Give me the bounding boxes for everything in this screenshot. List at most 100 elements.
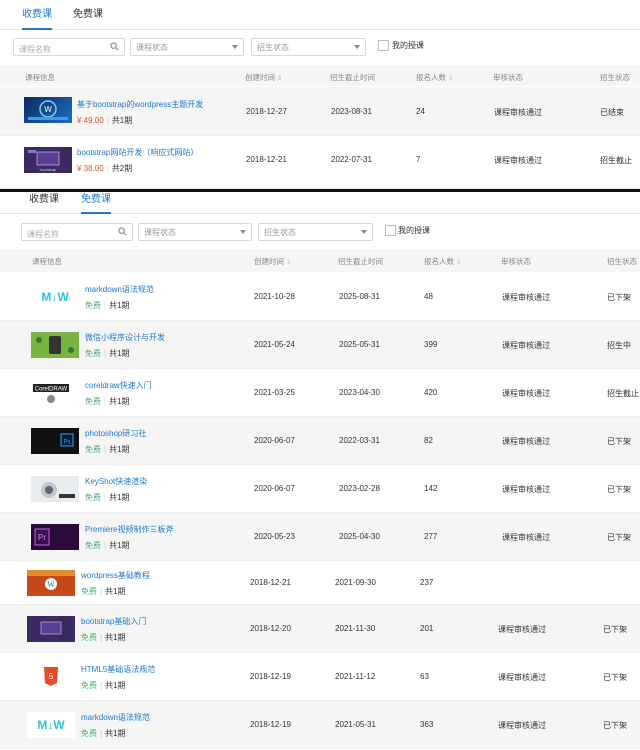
course-thumbnail[interactable]: M↓W [27, 712, 75, 738]
table-row: 5 HTML5基础语法规范 免费 | 共1期 2018-12-19 2021-11-12 63… [0, 653, 640, 701]
svg-text:W: W [44, 105, 52, 114]
table-row: 微信小程序设计与开发 免费 | 共1期 2021-05-24 2025-05-31 399 课… [0, 321, 640, 369]
deadline-date: 2021-11-30 [335, 624, 376, 633]
enroll-status: 招生截止 [600, 156, 632, 165]
tab-paid[interactable]: 收费课 [22, 0, 52, 30]
course-price: 免费 [81, 729, 97, 738]
created-date: 2020-06-07 [254, 484, 295, 493]
header-created[interactable]: 创建时间 ⇕ [245, 72, 282, 83]
course-thumbnail[interactable] [27, 616, 75, 642]
enroll-status-label: 招生状态 [257, 43, 289, 52]
header-created[interactable]: 创建时间 ⇕ [254, 256, 291, 267]
table-row: Wwordpress基础教程 免费 | 共1期 2018-12-21 2021-09-30… [0, 561, 640, 605]
course-thumbnail[interactable]: CorelDRAW [31, 380, 79, 406]
review-status: 课程审核通过 [502, 341, 550, 350]
course-price: ¥ 38.00 [77, 164, 104, 173]
deadline-date: 2023-04-30 [339, 388, 380, 397]
svg-text:CorelDRAW: CorelDRAW [35, 387, 68, 393]
course-thumbnail[interactable]: M↓W [31, 284, 79, 310]
svg-text:Ps: Ps [63, 440, 70, 446]
enrolled-count: 24 [416, 107, 425, 116]
enrolled-count: 363 [420, 720, 434, 729]
enroll-status-select[interactable]: 招生状态 [251, 38, 366, 56]
search-box [21, 223, 133, 243]
course-title-link[interactable]: KeyShot快速渲染 [85, 476, 147, 487]
course-thumbnail[interactable] [31, 476, 79, 502]
table-row: bootstrap基础入门 免费 | 共1期 2018-12-20 2021-11-30 2… [0, 605, 640, 653]
enroll-status: 已下架 [607, 437, 631, 446]
course-title-link[interactable]: HTML5基础语法规范 [81, 664, 155, 675]
course-thumbnail[interactable]: W [27, 570, 75, 596]
course-title-link[interactable]: markdown语法规范 [81, 712, 150, 723]
tab-free[interactable]: 免费课 [81, 192, 111, 214]
free-courses-panel: 收费课 免费课 课程状态 招生状态 我的授课 课程信息 创建时间⇕ 招生截止时间… [0, 192, 640, 750]
course-meta: 免费 | 共1期 [85, 397, 130, 406]
search-icon[interactable] [118, 227, 127, 236]
course-periods: 共1期 [109, 541, 130, 550]
course-status-label: 课程状态 [144, 228, 176, 237]
course-meta: 免费 | 共1期 [81, 587, 126, 596]
deadline-date: 2022-03-31 [339, 436, 380, 445]
svg-text:M↓W: M↓W [41, 290, 69, 304]
course-periods: 共2期 [111, 164, 133, 173]
filter-bar: 课程状态 招生状态 我的授课 [0, 223, 640, 245]
course-price: 免费 [85, 349, 101, 358]
review-status: 课程审核通过 [494, 156, 542, 165]
header-enrolled[interactable]: 报名人数 ⇕ [416, 72, 453, 83]
search-input[interactable] [22, 226, 132, 243]
course-title-link[interactable]: markdown语法规范 [85, 284, 154, 295]
sort-icon: ⇕ [448, 76, 454, 82]
course-status-label: 课程状态 [136, 43, 168, 52]
course-periods: 共1期 [105, 587, 126, 596]
course-periods: 共1期 [109, 397, 130, 406]
course-title-link[interactable]: bootstrap网站开发（响应式网站） [77, 147, 198, 158]
enroll-status-select[interactable]: 招生状态 [258, 223, 373, 241]
course-thumbnail[interactable]: W [24, 97, 72, 123]
course-meta: 免费 | 共1期 [85, 301, 130, 310]
course-meta: ¥ 38.00 | 共2期 [77, 164, 133, 173]
review-status: 课程审核通过 [498, 721, 546, 730]
tab-paid[interactable]: 收费课 [29, 192, 59, 214]
course-title-link[interactable]: Premiere视频制作三板斧 [85, 524, 173, 535]
course-thumbnail[interactable]: 5 [27, 664, 75, 690]
created-date: 2020-05-23 [254, 532, 295, 541]
course-status-select[interactable]: 课程状态 [130, 38, 244, 56]
filter-bar: 课程状态 招生状态 我的授课 [0, 38, 640, 60]
my-courses-checkbox[interactable] [385, 225, 396, 236]
search-input[interactable] [14, 41, 124, 58]
search-icon[interactable] [110, 42, 119, 51]
course-meta: 免费 | 共1期 [81, 681, 126, 690]
enrolled-count: 7 [416, 155, 421, 164]
course-title-link[interactable]: 基于bootstrap的wordpress主题开发 [77, 99, 203, 110]
course-periods: 共1期 [105, 633, 126, 642]
search-box [13, 38, 125, 58]
course-thumbnail[interactable]: Pr [31, 524, 79, 550]
table-header: 课程信息 创建时间 ⇕ 招生截止时间 报名人数 ⇕ 审核状态 招生状态 [0, 66, 640, 86]
review-status: 课程审核通过 [502, 389, 550, 398]
course-title-link[interactable]: coreldraw快速入门 [85, 380, 152, 391]
table-row: CorelDRAW coreldraw快速入门 免费 | 共1期 2021-03-25 20… [0, 369, 640, 417]
course-title-link[interactable]: wordpress基础教程 [81, 570, 150, 581]
enroll-status: 已下架 [607, 485, 631, 494]
tab-free[interactable]: 免费课 [73, 0, 103, 30]
created-date: 2021-05-24 [254, 340, 295, 349]
course-title-link[interactable]: photoshop研习社 [85, 428, 146, 439]
enrolled-count: 277 [424, 532, 438, 541]
course-price: 免费 [81, 633, 97, 642]
header-enrolled[interactable]: 报名人数 ⇕ [424, 256, 461, 267]
course-thumbnail[interactable]: bootstrap [24, 147, 72, 173]
course-status-select[interactable]: 课程状态 [138, 223, 252, 241]
table-row: bootstrap bootstrap网站开发（响应式网站） ¥ 38.00 | 共… [0, 137, 640, 189]
course-title-link[interactable]: 微信小程序设计与开发 [85, 332, 165, 343]
deadline-date: 2023-02-28 [339, 484, 380, 493]
course-thumbnail[interactable] [31, 332, 79, 358]
header-status: 招生状态 [607, 257, 637, 266]
my-courses-label: 我的授课 [392, 41, 424, 50]
course-thumbnail[interactable]: Ps [31, 428, 79, 454]
course-price: 免费 [81, 681, 97, 690]
enroll-status: 已下架 [603, 625, 627, 634]
my-courses-checkbox[interactable] [378, 40, 389, 51]
course-price: 免费 [85, 445, 101, 454]
course-title-link[interactable]: bootstrap基础入门 [81, 616, 146, 627]
header-course-info: 课程信息 [25, 73, 55, 82]
